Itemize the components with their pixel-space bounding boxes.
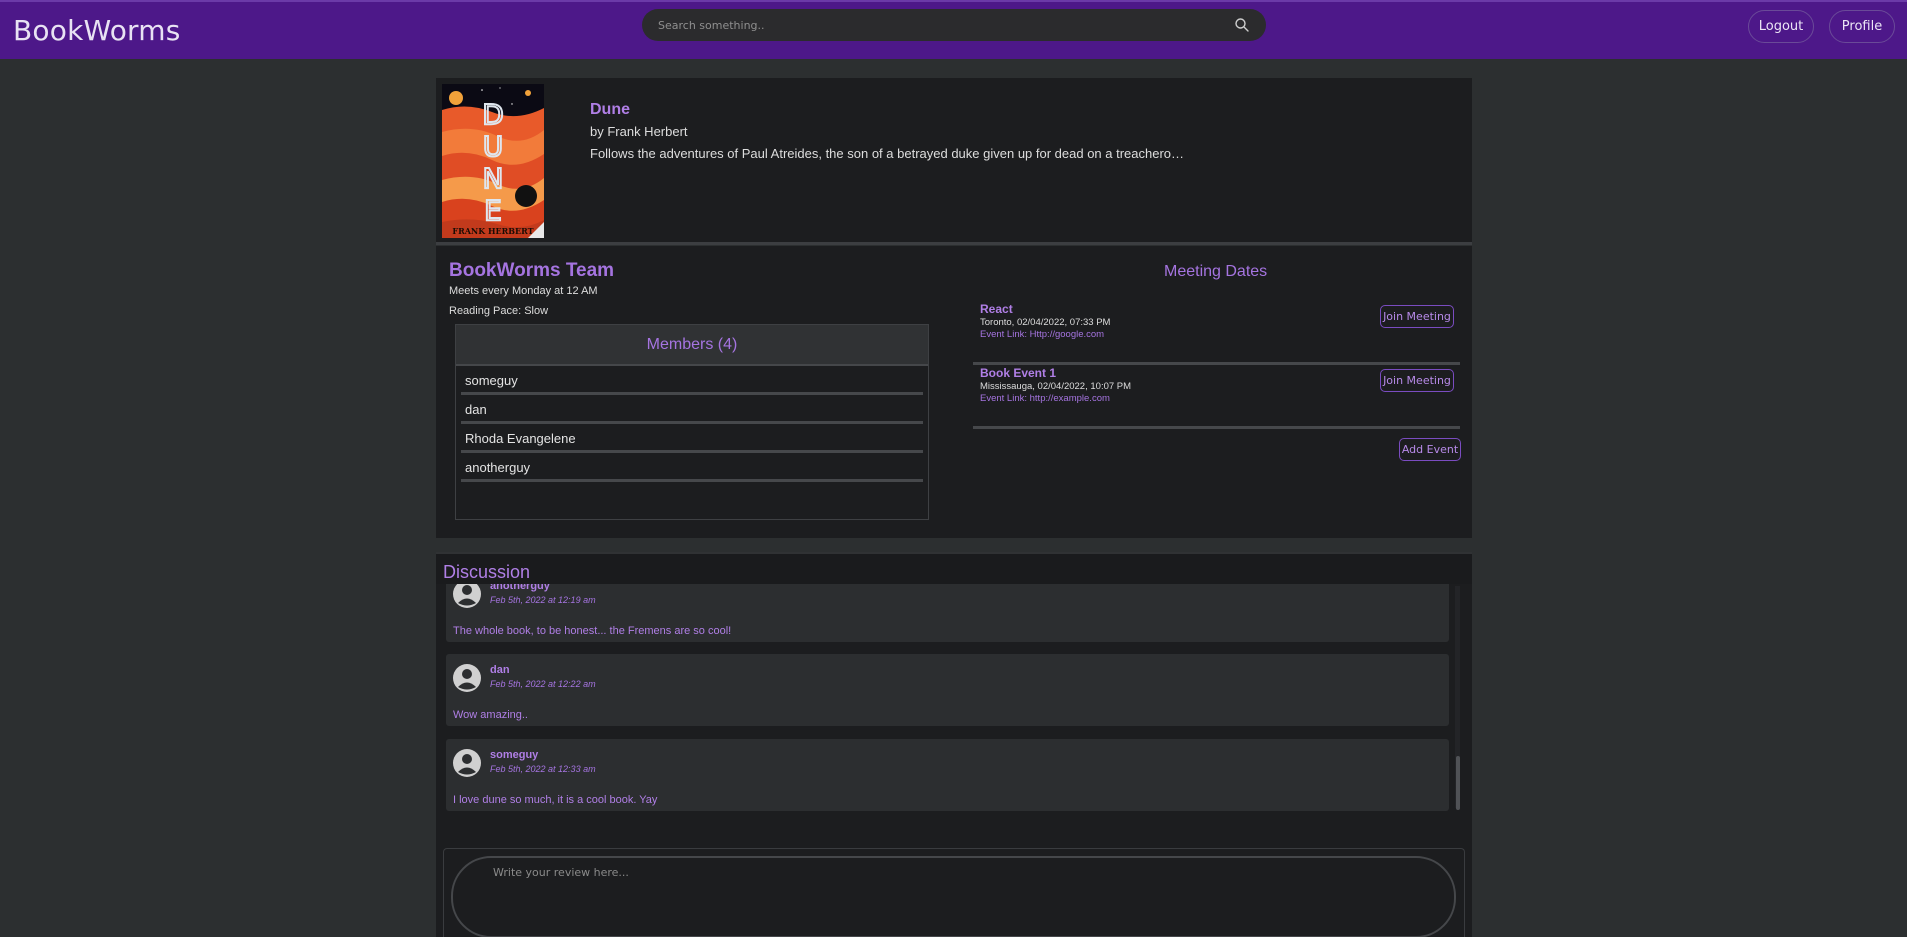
members-header: Members (4) xyxy=(456,325,928,366)
comment-card: someguy Feb 5th, 2022 at 12:33 am I love… xyxy=(446,739,1449,811)
svg-text:FRANK HERBERT: FRANK HERBERT xyxy=(452,226,533,236)
svg-text:N: N xyxy=(483,162,504,195)
member-item[interactable]: anotherguy xyxy=(461,453,923,482)
comment-author[interactable]: someguy xyxy=(490,749,538,761)
comment-author[interactable]: anotherguy xyxy=(490,584,550,592)
join-meeting-button[interactable]: Join Meeting xyxy=(1380,369,1454,392)
discussion-feed[interactable]: anotherguy Feb 5th, 2022 at 12:19 am The… xyxy=(436,584,1472,844)
svg-text:U: U xyxy=(483,130,504,163)
book-cover-image[interactable]: D U N E FRANK HERBERT xyxy=(442,84,544,238)
member-item[interactable]: someguy xyxy=(461,366,923,395)
user-avatar-icon xyxy=(453,584,481,608)
logout-button[interactable]: Logout xyxy=(1748,10,1814,43)
club-reading-pace: Reading Pace: Slow xyxy=(449,305,549,317)
profile-button[interactable]: Profile xyxy=(1829,10,1895,43)
comment-author[interactable]: dan xyxy=(490,664,510,676)
club-info-panel: BookWorms Team Meets every Monday at 12 … xyxy=(436,246,1472,538)
add-event-button[interactable]: Add Event xyxy=(1399,438,1461,461)
meeting-name: Book Event 1 xyxy=(980,366,1057,380)
meeting-location: Toronto, 02/04/2022, 07:33 PM xyxy=(980,317,1111,328)
member-item[interactable]: dan xyxy=(461,395,923,424)
meeting-name: React xyxy=(980,302,1013,316)
meeting-item: Book Event 1 Mississauga, 02/04/2022, 10… xyxy=(973,366,1460,429)
comment-date: Feb 5th, 2022 at 12:22 am xyxy=(490,679,596,689)
members-list: Members (4) someguy dan Rhoda Evangelene… xyxy=(455,324,929,520)
meeting-link[interactable]: Event Link: Http://google.com xyxy=(980,329,1104,340)
book-description: Follows the adventures of Paul Atreides,… xyxy=(590,146,1185,161)
svg-text:E: E xyxy=(484,194,502,227)
member-item[interactable]: Rhoda Evangelene xyxy=(461,424,923,453)
search-bar xyxy=(642,9,1266,41)
join-meeting-button[interactable]: Join Meeting xyxy=(1380,305,1454,328)
brand-logo[interactable]: BookWorms xyxy=(13,14,181,47)
meeting-item: React Toronto, 02/04/2022, 07:33 PM Even… xyxy=(973,302,1460,365)
search-input[interactable] xyxy=(642,9,1266,41)
user-avatar-icon xyxy=(453,664,481,692)
top-navbar: BookWorms Logout Profile xyxy=(0,0,1907,59)
comment-card: dan Feb 5th, 2022 at 12:22 am Wow amazin… xyxy=(446,654,1449,726)
svg-text:D: D xyxy=(482,98,504,131)
discussion-title: Discussion xyxy=(443,562,531,582)
club-name: BookWorms Team xyxy=(449,260,615,281)
meeting-location: Mississauga, 02/04/2022, 10:07 PM xyxy=(980,381,1132,392)
meeting-link[interactable]: Event Link: http://example.com xyxy=(980,393,1110,404)
comment-date: Feb 5th, 2022 at 12:33 am xyxy=(490,764,596,774)
scrollbar-thumb[interactable] xyxy=(1456,756,1460,810)
review-form xyxy=(443,848,1465,937)
review-textarea[interactable] xyxy=(451,856,1456,937)
comment-text: The whole book, to be honest... the Frem… xyxy=(453,625,732,637)
club-schedule: Meets every Monday at 12 AM xyxy=(449,285,598,297)
book-author: by Frank Herbert xyxy=(590,124,688,139)
book-title[interactable]: Dune xyxy=(590,101,630,119)
comment-text: Wow amazing.. xyxy=(453,709,528,721)
discussion-header: Discussion xyxy=(436,554,1472,584)
meeting-dates-title: Meeting Dates xyxy=(1164,263,1268,280)
user-avatar-icon xyxy=(453,749,481,777)
comment-card: anotherguy Feb 5th, 2022 at 12:19 am The… xyxy=(446,584,1449,642)
comment-text: I love dune so much, it is a cool book. … xyxy=(453,794,658,806)
book-card: D U N E FRANK HERBERT Dune by Frank Herb… xyxy=(436,78,1472,245)
search-icon[interactable] xyxy=(1234,17,1250,33)
discussion-panel: Discussion anotherguy Feb 5th, 2022 at 1… xyxy=(436,552,1472,937)
comment-date: Feb 5th, 2022 at 12:19 am xyxy=(490,595,596,605)
